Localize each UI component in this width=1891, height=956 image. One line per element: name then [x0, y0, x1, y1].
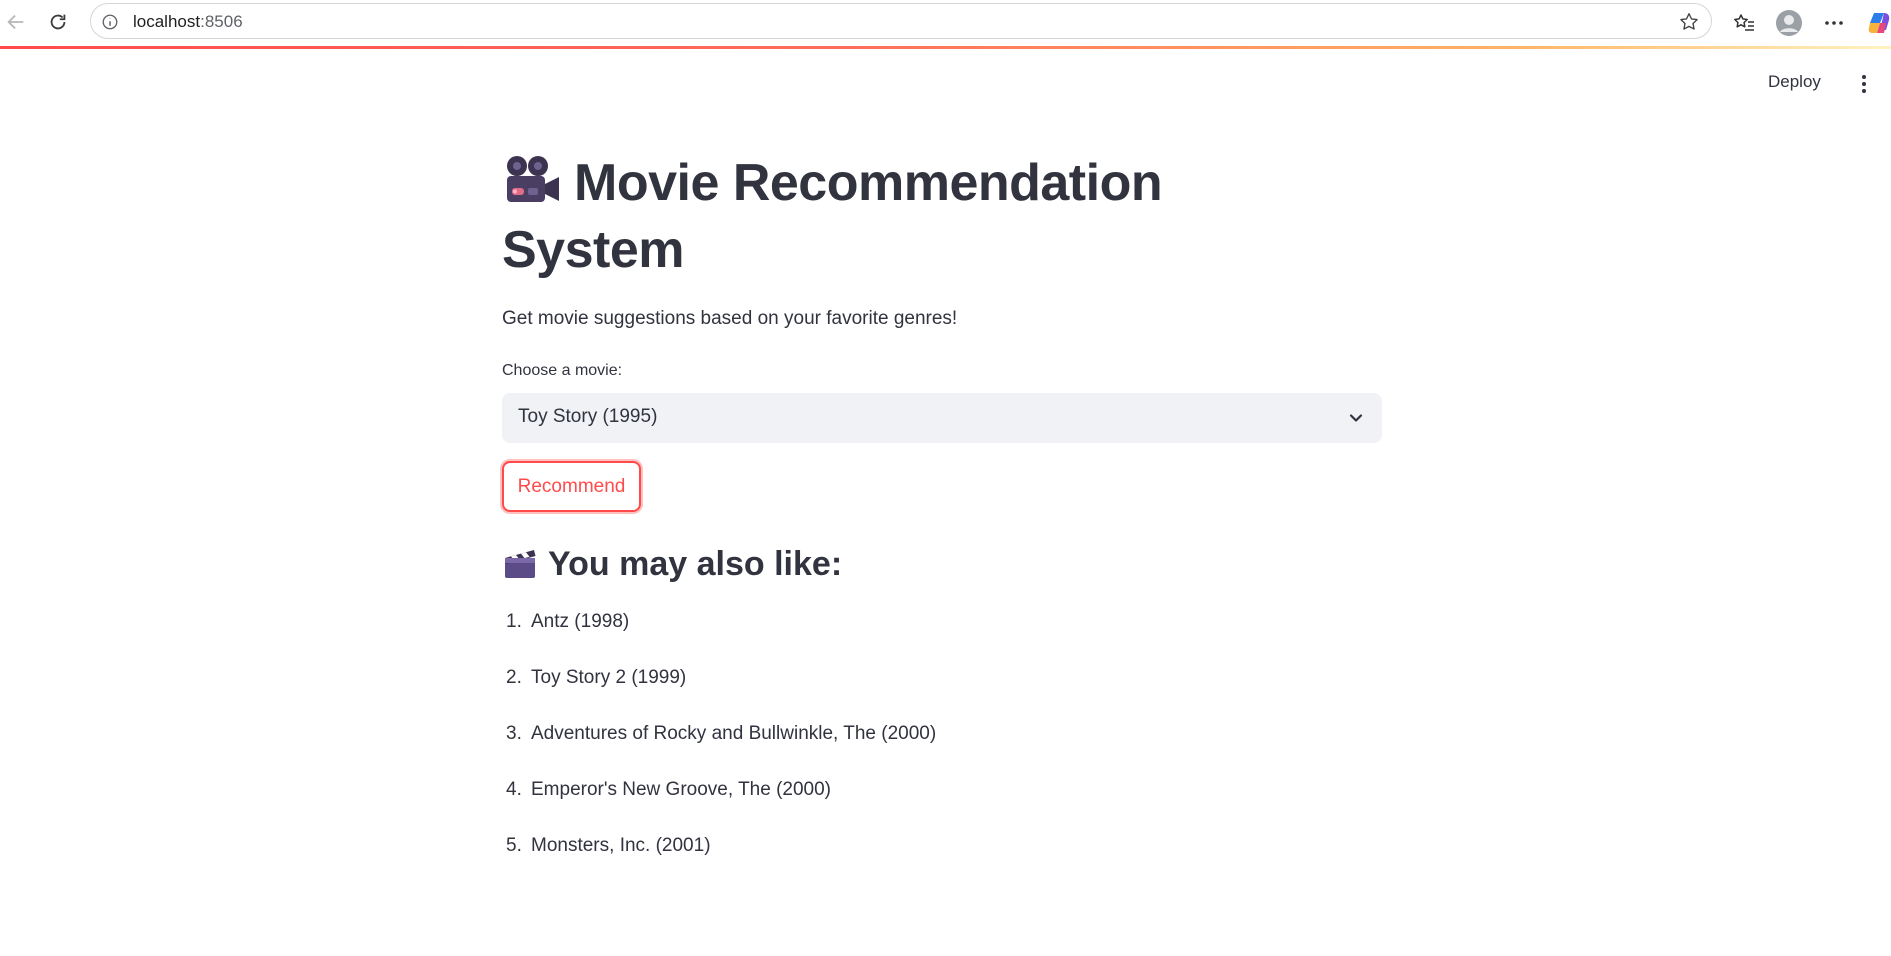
site-info-icon[interactable]	[99, 11, 121, 33]
movie-select[interactable]: Toy Story (1995)	[502, 393, 1382, 443]
list-item-number: 5.	[506, 835, 522, 856]
list-item-title: Toy Story 2 (1999)	[531, 667, 687, 688]
back-arrow-icon	[7, 14, 24, 30]
deploy-button[interactable]: Deploy	[1768, 72, 1821, 92]
url-text[interactable]: localhost:8506	[133, 12, 243, 32]
page-title: Movie Recommendation System	[502, 150, 1382, 284]
main-content: Movie Recommendation System Get movie sug…	[502, 150, 1382, 856]
list-item-number: 4.	[506, 779, 522, 800]
list-item-title: Monsters, Inc. (2001)	[531, 835, 711, 856]
favorites-icon[interactable]	[1729, 8, 1759, 38]
list-item-number: 3.	[506, 723, 522, 744]
list-item-title: Emperor's New Groove, The (2000)	[531, 779, 832, 800]
list-item-number: 2.	[506, 667, 522, 688]
main-menu-icon[interactable]	[1854, 72, 1874, 96]
url-port: :8506	[200, 12, 243, 31]
browser-toolbar: localhost:8506	[0, 0, 1891, 46]
page-progress-line	[0, 46, 1891, 49]
url-host: localhost	[133, 12, 201, 31]
list-item-number: 1.	[506, 611, 522, 632]
title-line-1: Movie Recommendation	[574, 154, 1163, 212]
reload-icon	[50, 14, 66, 30]
more-options-icon[interactable]	[1819, 8, 1849, 38]
copilot-icon[interactable]	[1864, 8, 1891, 38]
title-line-2: System	[502, 221, 685, 279]
subtitle: Get movie suggestions based on your favo…	[502, 308, 958, 329]
recommendations-heading-text: You may also like:	[548, 545, 843, 583]
movie-select-label: Choose a movie:	[502, 362, 623, 379]
back-button[interactable]	[2, 8, 30, 36]
favorite-star-icon[interactable]	[1677, 10, 1701, 34]
address-bar[interactable]: localhost:8506	[90, 3, 1712, 39]
clapper-board-icon	[505, 550, 536, 578]
movie-camera-icon	[507, 156, 559, 202]
profile-avatar-icon[interactable]	[1774, 8, 1804, 38]
list-item-title: Antz (1998)	[531, 611, 630, 632]
recommendations-heading: You may also like:	[502, 542, 842, 586]
reload-button[interactable]	[44, 8, 72, 36]
chevron-down-icon	[1349, 414, 1363, 422]
list-item-title: Adventures of Rocky and Bullwinkle, The …	[531, 723, 937, 744]
movie-select-value: Toy Story (1995)	[518, 406, 658, 427]
recommend-button[interactable]: Recommend	[502, 461, 641, 512]
